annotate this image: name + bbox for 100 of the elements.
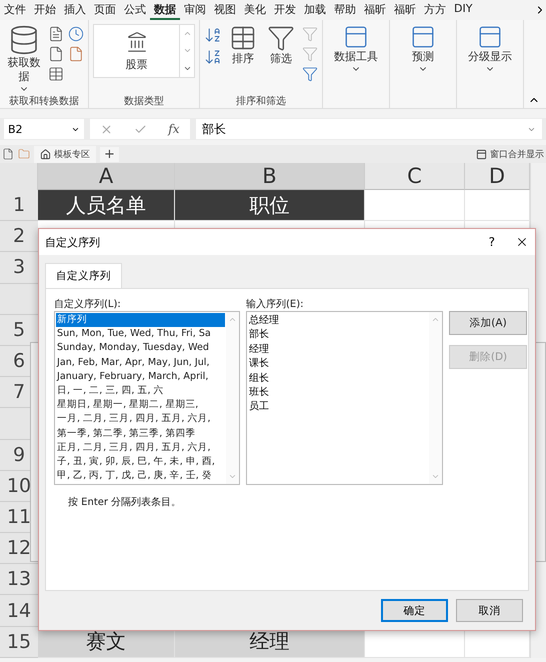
list-item[interactable]: January, February, March, April, — [56, 370, 225, 384]
clock-icon[interactable] — [68, 26, 84, 42]
ribbon-tab[interactable]: DIY — [450, 0, 476, 20]
table-cell: 人员名单 — [38, 190, 175, 222]
tool-icon — [477, 24, 503, 50]
entry-line: 课长 — [249, 357, 270, 372]
row-header[interactable]: 2 — [0, 221, 38, 252]
table-icon[interactable] — [48, 66, 64, 82]
ribbon-tab[interactable]: 加载 — [300, 0, 330, 20]
sort-descending-icon[interactable] — [204, 48, 222, 66]
list-item[interactable]: 新序列 — [56, 313, 225, 328]
row-header[interactable]: 5 — [0, 314, 38, 346]
filter-icon — [267, 24, 295, 52]
file-icon[interactable] — [68, 46, 84, 62]
add-button[interactable]: 添加(A) — [449, 311, 527, 335]
help-button[interactable]: ? — [488, 235, 495, 249]
list-item[interactable]: 第一季, 第二季, 第三季, 第四季 — [56, 426, 225, 441]
stocks-button[interactable]: 股票 — [94, 25, 179, 77]
list-label: 自定义序列(L): — [54, 298, 122, 311]
entry-line: 经理 — [249, 342, 270, 357]
sort-button[interactable]: 排序 — [226, 24, 260, 66]
cancel-button[interactable]: 取消 — [456, 599, 523, 622]
file-icon[interactable] — [48, 26, 64, 42]
row-header[interactable]: 15 — [0, 626, 38, 658]
ribbon-button[interactable]: 预测 — [394, 24, 452, 74]
sort-ascending-icon[interactable] — [204, 26, 222, 44]
ribbon-tab[interactable]: 插入 — [60, 0, 90, 20]
insert-function-button[interactable]: fx — [168, 122, 180, 136]
input-label: 输入序列(E): — [246, 298, 304, 311]
list-item[interactable]: Sun, Mon, Tue, Wed, Thu, Fri, Sa — [56, 327, 225, 342]
dialog-title: 自定义序列 — [45, 234, 101, 250]
list-item[interactable]: Jan, Feb, Mar, Apr, May, Jun, Jul, — [56, 356, 225, 370]
home-icon — [40, 148, 51, 160]
scroll-up-icon[interactable] — [431, 315, 440, 324]
window-merge-button[interactable]: 窗口合并显示 — [490, 148, 544, 160]
row-header[interactable]: 3 — [0, 252, 38, 284]
ribbon-tab[interactable]: 视图 — [210, 0, 240, 20]
list-item[interactable]: Sunday, Monday, Tuesday, Wed — [56, 341, 225, 356]
group-label: 数据类型 — [123, 94, 165, 108]
ribbon-tab[interactable]: 开发 — [270, 0, 300, 20]
hint-text: 按 Enter 分隔列表条目。 — [67, 496, 182, 510]
ribbon-tab[interactable]: 帮助 — [330, 0, 360, 20]
list-item[interactable]: 日, 一, 二, 三, 四, 五, 六 — [56, 384, 225, 398]
ribbon-button[interactable]: 分级显示 — [461, 24, 519, 74]
column-header[interactable]: A — [38, 163, 175, 190]
list-item[interactable]: 甲, 乙, 丙, 丁, 戊, 己, 庚, 辛, 壬, 癸 — [56, 469, 225, 484]
list-item[interactable]: 一月, 二月, 三月, 四月, 五月, 六月, — [56, 412, 225, 427]
scroll-down-icon[interactable] — [431, 472, 440, 481]
sort-grid-icon — [229, 24, 257, 52]
reapply-filter-icon[interactable] — [302, 46, 318, 62]
ribbon-tab[interactable]: 福昕 — [360, 0, 390, 20]
formula-field[interactable]: 部长 — [196, 119, 542, 139]
tool-icon — [343, 24, 369, 50]
add-tab-button[interactable]: + — [100, 146, 119, 162]
column-header[interactable]: C — [365, 163, 465, 190]
filter-button[interactable]: 筛选 — [264, 24, 298, 66]
ribbon-tab[interactable]: 美化 — [240, 0, 270, 20]
list-item[interactable]: 正月, 二月, 三月, 四月, 五月, 六月, — [56, 440, 225, 456]
scroll-down-icon[interactable] — [228, 472, 237, 481]
ribbon-tab[interactable]: 方方 — [420, 0, 450, 20]
advanced-filter-icon[interactable] — [302, 66, 318, 82]
ribbon-tab[interactable]: 开始 — [30, 0, 60, 20]
get-data-button[interactable]: 获取数据 — [4, 24, 44, 94]
entry-line: 部长 — [249, 328, 270, 342]
ribbon-button[interactable]: 数据工具 — [327, 24, 385, 74]
close-icon[interactable] — [515, 235, 529, 249]
tool-icon — [410, 24, 436, 50]
ribbon-tab[interactable]: 公式 — [120, 0, 150, 20]
folder-icon[interactable] — [18, 148, 30, 160]
dialog-tab[interactable]: 自定义序列 — [45, 263, 122, 288]
list-entries-field[interactable]: 总经理 部长 经理 课长 组长 班长 员工 — [246, 311, 443, 485]
list-item[interactable]: 子, 丑, 寅, 卯, 辰, 巳, 午, 未, 申, 酉, — [56, 455, 225, 470]
column-header[interactable]: D — [465, 163, 530, 190]
group-label: 获取和转换数据 — [8, 94, 80, 108]
name-box[interactable]: B2 — [4, 119, 84, 139]
ribbon-tab[interactable]: 页面 — [90, 0, 120, 20]
row-header[interactable] — [0, 284, 38, 315]
file-icon[interactable] — [48, 46, 64, 62]
entry-line: 总经理 — [249, 314, 280, 328]
ribbon-tab[interactable]: 福昕 — [390, 0, 420, 20]
row-header[interactable]: 1 — [0, 190, 38, 222]
bank-icon — [126, 30, 148, 52]
enter-icon[interactable] — [134, 122, 148, 136]
entry-line: 员工 — [249, 400, 270, 414]
list-item[interactable]: 星期日, 星期一, 星期二, 星期三, — [56, 398, 225, 412]
cancel-icon[interactable] — [100, 122, 114, 136]
ribbon-tab[interactable]: 文件 — [0, 0, 30, 20]
file-icon[interactable] — [2, 148, 14, 160]
group-label: 排序和筛选 — [235, 94, 287, 108]
table-cell: 职位 — [175, 190, 365, 222]
ok-button[interactable]: 确定 — [381, 599, 448, 622]
ribbon-tab[interactable]: 审阅 — [180, 0, 210, 20]
row-header[interactable]: 13 — [0, 564, 38, 596]
entry-line: 组长 — [249, 372, 270, 386]
template-tab[interactable]: 模板专区 — [34, 146, 96, 162]
scroll-up-icon[interactable] — [228, 315, 237, 324]
clear-filter-icon[interactable] — [302, 26, 318, 42]
column-header[interactable]: B — [175, 163, 365, 190]
row-header[interactable]: 14 — [0, 595, 38, 627]
window-icon — [476, 148, 487, 160]
